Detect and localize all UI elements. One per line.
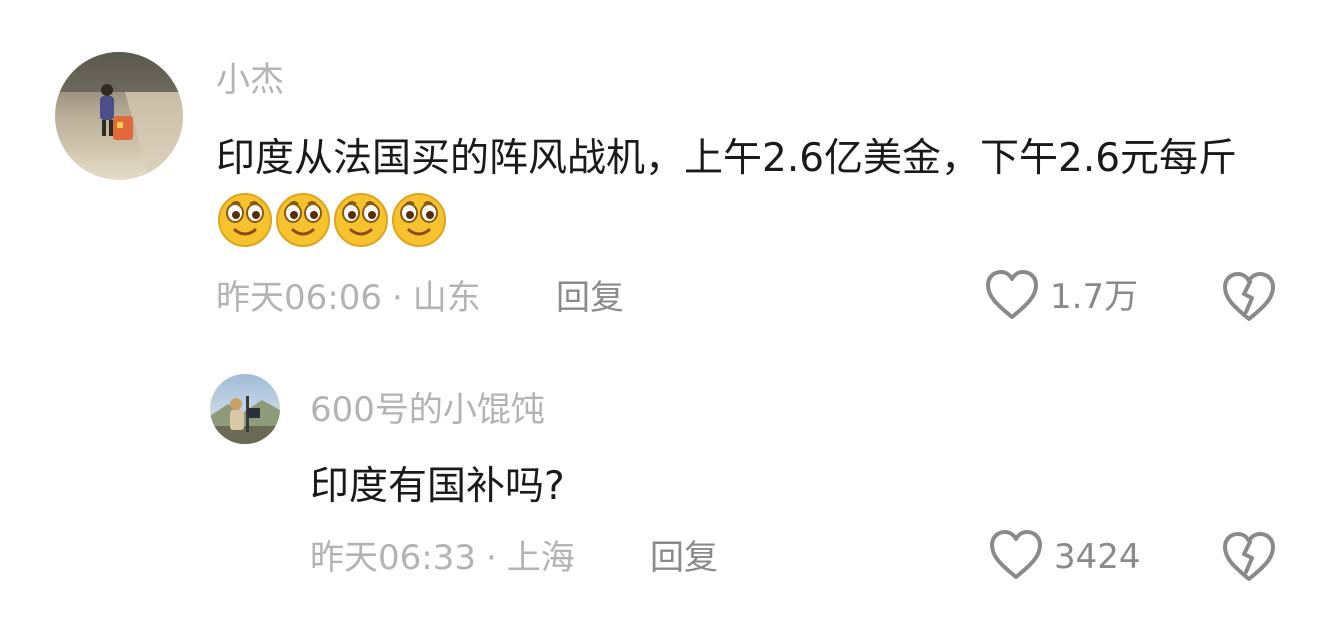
comment-location: 山东 [412, 278, 481, 318]
reply-button[interactable]: 回复 [556, 276, 624, 320]
reply-meta: 昨天06:33 · 上海 [310, 536, 575, 580]
avatar[interactable] [55, 52, 183, 180]
smile-emoji-icon [216, 190, 274, 248]
broken-heart-icon [1220, 272, 1278, 328]
reply-time: 昨天06:33 [310, 538, 476, 578]
reply-location: 上海 [506, 538, 575, 578]
dislike-button[interactable] [1220, 530, 1278, 588]
avatar[interactable] [210, 374, 280, 444]
meta-separator: · [485, 538, 497, 578]
avatar-photo-icon [210, 374, 280, 444]
like-button[interactable]: 1.7万 [984, 268, 1138, 326]
meta-separator: · [391, 278, 403, 318]
like-button[interactable]: 3424 [988, 528, 1141, 586]
heart-icon [988, 528, 1044, 586]
heart-icon [984, 268, 1040, 326]
smile-emoji-icon [332, 190, 390, 248]
reply-username[interactable]: 600号的小馄饨 [310, 388, 545, 432]
broken-heart-icon [1220, 532, 1278, 588]
comment-meta: 昨天06:06 · 山东 [216, 276, 481, 320]
comment-username[interactable]: 小杰 [216, 58, 284, 102]
comment-text-body: 印度从法国买的阵风战机，上午2.6亿美金，下午2.6元每斤 [216, 136, 1238, 181]
comment-text: 印度从法国买的阵风战机，上午2.6亿美金，下午2.6元每斤 [216, 128, 1276, 267]
reply-button[interactable]: 回复 [650, 536, 718, 580]
smile-emoji-icon [390, 190, 448, 248]
like-count: 3424 [1054, 537, 1141, 577]
smile-emoji-icon [274, 190, 332, 248]
like-count: 1.7万 [1050, 277, 1139, 317]
comment-time: 昨天06:06 [216, 278, 382, 318]
emoji-row [216, 190, 448, 267]
avatar-photo-icon [55, 52, 183, 180]
dislike-button[interactable] [1220, 270, 1278, 328]
reply-text: 印度有国补吗? [310, 464, 565, 509]
